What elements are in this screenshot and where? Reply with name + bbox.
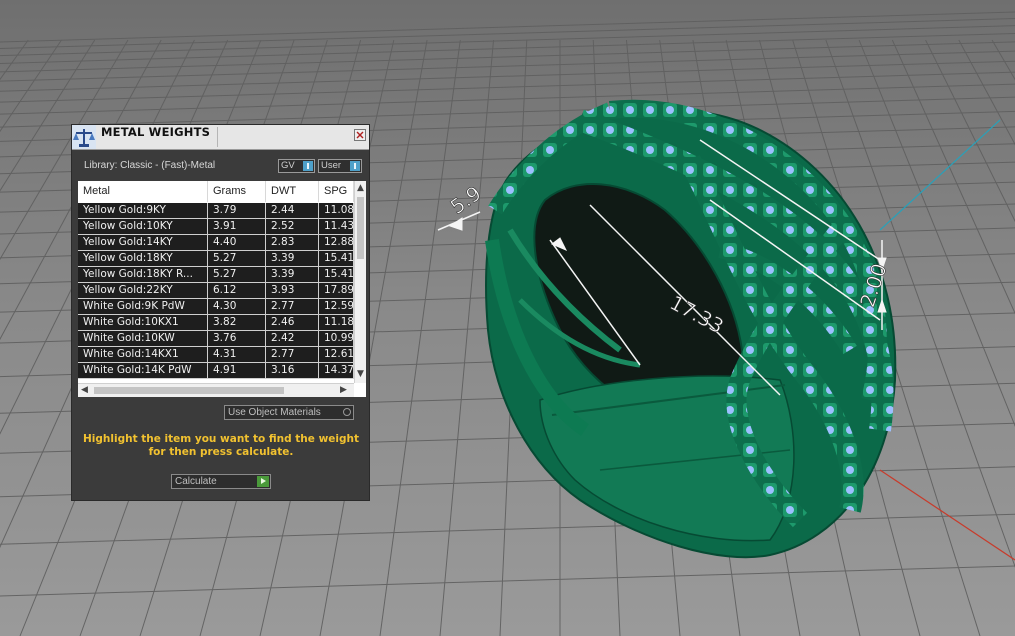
cell-spg: 11.43 (319, 219, 354, 234)
calculate-label: Calculate (175, 476, 217, 487)
table-row[interactable]: White Gold:14KX1 4.31 2.77 12.61 (78, 347, 354, 363)
cell-spg: 14.37 (319, 363, 354, 378)
cell-metal: Yellow Gold:22KY (78, 283, 208, 298)
table-row[interactable]: Yellow Gold:18KY R... 5.27 3.39 15.41 (78, 267, 354, 283)
cell-spg: 12.61 (319, 347, 354, 362)
table-row[interactable]: Yellow Gold:9KY 3.79 2.44 11.08 (78, 203, 354, 219)
cell-dwt: 2.83 (266, 235, 319, 250)
panel-titlebar[interactable]: METAL WEIGHTS (72, 125, 369, 150)
cell-spg: 15.41 (319, 267, 354, 282)
cell-dwt: 2.46 (266, 315, 319, 330)
cell-metal: White Gold:10KX1 (78, 315, 208, 330)
column-header-spg[interactable]: SPG (319, 181, 354, 202)
toggle-gv-label: GV (281, 160, 295, 171)
cell-grams: 5.27 (208, 267, 266, 282)
close-button[interactable] (354, 129, 366, 141)
cell-grams: 3.91 (208, 219, 266, 234)
cell-grams: 6.12 (208, 283, 266, 298)
horizontal-scroll-thumb[interactable] (94, 387, 284, 394)
table-row[interactable]: Yellow Gold:18KY 5.27 3.39 15.41 (78, 251, 354, 267)
cell-dwt: 3.39 (266, 251, 319, 266)
cell-metal: Yellow Gold:18KY R... (78, 267, 208, 282)
cell-grams: 4.40 (208, 235, 266, 250)
cell-grams: 3.82 (208, 315, 266, 330)
radio-icon (343, 408, 351, 416)
cell-dwt: 3.39 (266, 267, 319, 282)
cell-spg: 11.18 (319, 315, 354, 330)
cell-metal: Yellow Gold:10KY (78, 219, 208, 234)
instruction-text: Highlight the item you want to find the … (83, 433, 359, 458)
cell-metal: White Gold:10KW (78, 331, 208, 346)
table-row[interactable]: White Gold:9K PdW 4.30 2.77 12.59 (78, 299, 354, 315)
cell-spg: 15.41 (319, 251, 354, 266)
table-row[interactable]: Yellow Gold:10KY 3.91 2.52 11.43 (78, 219, 354, 235)
cell-grams: 3.79 (208, 203, 266, 218)
cell-dwt: 3.93 (266, 283, 319, 298)
cell-spg: 11.08 (319, 203, 354, 218)
toggle-user[interactable]: User (318, 159, 362, 173)
column-header-dwt[interactable]: DWT (266, 181, 319, 202)
toggle-switch-icon (303, 161, 313, 171)
cell-metal: Yellow Gold:18KY (78, 251, 208, 266)
table-row[interactable]: Yellow Gold:14KY 4.40 2.83 12.88 (78, 235, 354, 251)
metal-table: Metal Grams DWT SPG Yellow Gold:9KY 3.79 2… (78, 181, 366, 397)
horizontal-scrollbar[interactable]: ◀ ▶ (78, 383, 354, 397)
cell-spg: 10.99 (319, 331, 354, 346)
column-header-metal[interactable]: Metal (78, 181, 208, 202)
play-icon (257, 476, 269, 487)
cell-metal: White Gold:14KX1 (78, 347, 208, 362)
scroll-left-icon[interactable]: ◀ (81, 385, 88, 395)
cell-grams: 4.31 (208, 347, 266, 362)
cell-metal: Yellow Gold:9KY (78, 203, 208, 218)
cell-spg: 12.88 (319, 235, 354, 250)
use-object-materials-label: Use Object Materials (228, 407, 321, 418)
vertical-scroll-thumb[interactable] (357, 197, 364, 259)
use-object-materials-toggle[interactable]: Use Object Materials (224, 405, 354, 420)
cell-dwt: 2.77 (266, 299, 319, 314)
library-label: Library: Classic - (Fast)-Metal (84, 160, 216, 171)
table-row[interactable]: White Gold:14K PdW 4.91 3.16 14.37 (78, 363, 354, 379)
column-header-grams[interactable]: Grams (208, 181, 266, 202)
metal-weights-panel: METAL WEIGHTS Library: Classic - (Fast)-… (71, 124, 370, 501)
cell-grams: 5.27 (208, 251, 266, 266)
table-header: Metal Grams DWT SPG (78, 181, 354, 202)
cell-grams: 3.76 (208, 331, 266, 346)
cell-metal: White Gold:14K PdW (78, 363, 208, 378)
table-row[interactable]: Yellow Gold:22KY 6.12 3.93 17.89 (78, 283, 354, 299)
table-row[interactable]: White Gold:10KX1 3.82 2.46 11.18 (78, 315, 354, 331)
titlebar-divider (217, 127, 218, 147)
table-row[interactable]: White Gold:10KW 3.76 2.42 10.99 (78, 331, 354, 347)
cell-dwt: 2.44 (266, 203, 319, 218)
calculate-button[interactable]: Calculate (171, 474, 271, 489)
cell-dwt: 2.77 (266, 347, 319, 362)
scale-icon (72, 125, 96, 149)
panel-title: METAL WEIGHTS (101, 125, 211, 139)
scroll-down-icon[interactable]: ▼ (357, 369, 364, 379)
cell-dwt: 2.42 (266, 331, 319, 346)
toggle-gv[interactable]: GV (278, 159, 315, 173)
cell-spg: 17.89 (319, 283, 354, 298)
vertical-scrollbar[interactable]: ▲ ▼ (354, 181, 366, 383)
table-body: Yellow Gold:9KY 3.79 2.44 11.08 Yellow Gold:… (78, 203, 354, 379)
scroll-right-icon[interactable]: ▶ (340, 385, 347, 395)
close-icon (356, 131, 364, 139)
scroll-up-icon[interactable]: ▲ (357, 183, 364, 193)
cell-spg: 12.59 (319, 299, 354, 314)
cell-grams: 4.91 (208, 363, 266, 378)
cell-metal: White Gold:9K PdW (78, 299, 208, 314)
cell-dwt: 3.16 (266, 363, 319, 378)
cell-metal: Yellow Gold:14KY (78, 235, 208, 250)
toggle-switch-icon (350, 161, 360, 171)
cell-dwt: 2.52 (266, 219, 319, 234)
cell-grams: 4.30 (208, 299, 266, 314)
toggle-user-label: User (321, 160, 342, 171)
